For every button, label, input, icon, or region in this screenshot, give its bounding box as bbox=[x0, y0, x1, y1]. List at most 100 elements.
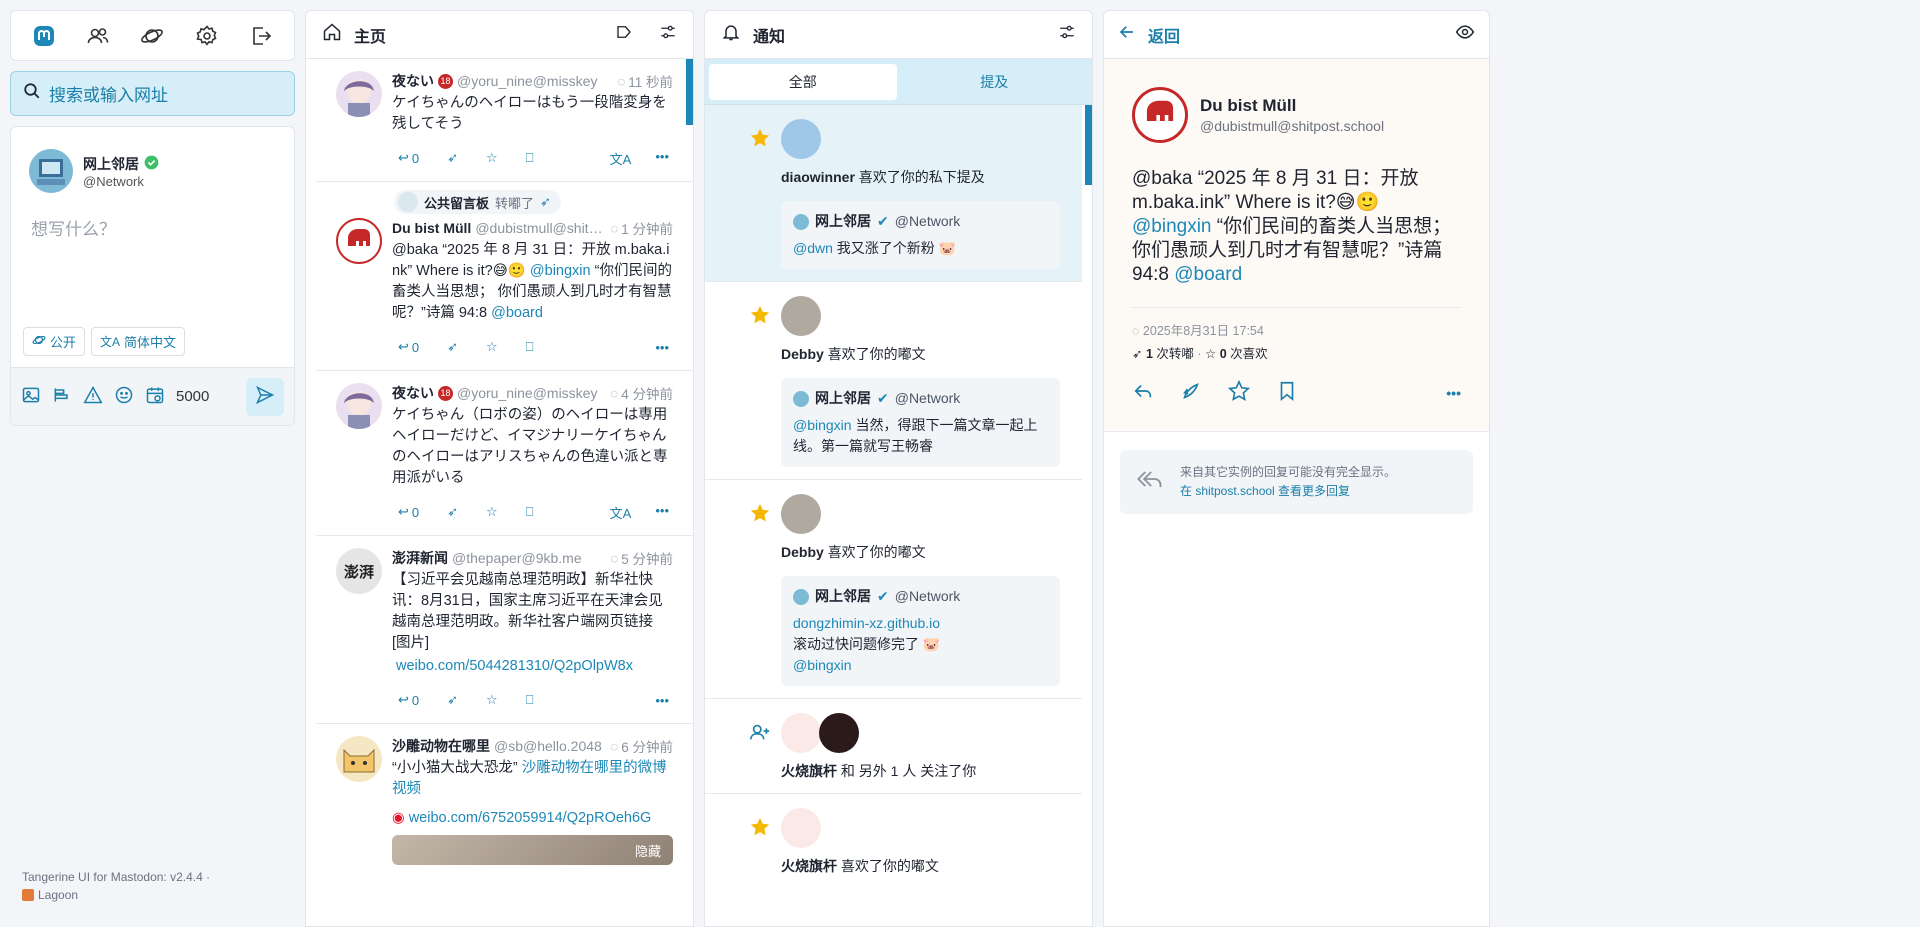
gear-icon[interactable] bbox=[190, 19, 224, 53]
compose-textarea[interactable]: 想写什么？ bbox=[11, 193, 294, 262]
mention-link[interactable]: @dwn bbox=[793, 240, 833, 256]
avatar[interactable] bbox=[336, 218, 382, 264]
search-bar[interactable]: 搜索或输入网址 bbox=[10, 71, 295, 116]
mention-link[interactable]: @bingxin bbox=[1132, 216, 1212, 237]
avatar[interactable] bbox=[793, 390, 809, 407]
avatar[interactable] bbox=[781, 808, 821, 848]
avatar[interactable] bbox=[793, 213, 809, 230]
tab-mentions[interactable]: 提及 bbox=[901, 64, 1089, 100]
planet-icon[interactable] bbox=[135, 19, 169, 53]
boost-icon[interactable]: ➶ bbox=[447, 692, 458, 708]
avatar[interactable] bbox=[781, 713, 821, 753]
status-display-name[interactable]: 澎湃新闻 bbox=[392, 548, 448, 568]
scrollbar[interactable] bbox=[1085, 105, 1092, 185]
visibility-button[interactable]: 公开 bbox=[23, 327, 86, 356]
settings-sliders-icon[interactable] bbox=[1058, 23, 1076, 46]
booster-name[interactable]: 公共留言板 bbox=[424, 193, 489, 212]
avatar[interactable] bbox=[793, 588, 809, 605]
reply-button[interactable]: ↩ 0 bbox=[398, 692, 419, 708]
notification-user[interactable]: Debby bbox=[781, 544, 824, 560]
bookmark-icon[interactable] bbox=[1276, 380, 1298, 405]
status[interactable]: 澎湃 澎湃新闻 @thepaper@9kb.me ◌ 5 分钟前 【习近平会见越南总理… bbox=[316, 536, 693, 724]
reply-button[interactable]: ↩ 0 bbox=[398, 150, 419, 166]
status-acct[interactable]: @sb@hello.2048 bbox=[494, 738, 606, 754]
status-display-name[interactable]: 夜ない bbox=[392, 71, 434, 91]
status-time[interactable]: 11 秒前 bbox=[628, 71, 673, 91]
favourite-icon[interactable] bbox=[1227, 379, 1251, 405]
quoted-status[interactable]: 网上邻居 ✔ @Network dongzhimin-xz.github.io 滚动… bbox=[781, 576, 1060, 686]
mention-link[interactable]: @board bbox=[1174, 264, 1242, 285]
avatar[interactable] bbox=[781, 494, 821, 534]
mention-link[interactable]: @board bbox=[491, 305, 543, 321]
more-icon[interactable]: ••• bbox=[1446, 385, 1461, 401]
avatar[interactable] bbox=[29, 149, 73, 193]
boost-icon[interactable]: ➶ bbox=[447, 504, 458, 520]
boost-icon[interactable]: ➶ bbox=[447, 339, 458, 355]
avatar[interactable] bbox=[336, 383, 382, 429]
avatar[interactable] bbox=[336, 736, 382, 782]
back-arrow-icon[interactable] bbox=[1118, 23, 1136, 46]
tab-all[interactable]: 全部 bbox=[709, 63, 897, 100]
notification-item[interactable]: diaowinner 喜欢了你的私下提及 网上邻居 ✔ @Network @dwn … bbox=[705, 105, 1082, 282]
status-acct[interactable]: @thepaper@9kb.me bbox=[452, 550, 606, 566]
notification-user[interactable]: 火烧旗杆 bbox=[781, 858, 837, 874]
notification-item[interactable]: Debby 喜欢了你的嘟文 网上邻居 ✔ @Network dongzhimin-x… bbox=[705, 480, 1082, 699]
quoted-status[interactable]: 网上邻居 ✔ @Network @dwn 我又涨了个新粉 🐷 bbox=[781, 201, 1060, 269]
status-link[interactable]: dongzhimin-xz.github.io bbox=[793, 613, 1048, 634]
avatar[interactable] bbox=[781, 119, 821, 159]
reply-button[interactable]: ↩ 0 bbox=[398, 504, 419, 520]
eye-icon[interactable] bbox=[1455, 22, 1475, 47]
status-time[interactable]: 5 分钟前 bbox=[621, 548, 673, 568]
favourite-icon[interactable]: ☆ bbox=[486, 150, 498, 166]
status-time[interactable]: 1 分钟前 bbox=[621, 218, 673, 238]
theme-link[interactable]: Lagoon bbox=[38, 886, 78, 904]
translate-icon[interactable]: 文A bbox=[610, 149, 632, 168]
status-acct[interactable]: @yoru_nine@misskey bbox=[457, 385, 606, 401]
notification-item[interactable]: 火烧旗杆 喜欢了你的嘟文 bbox=[705, 794, 1082, 888]
people-icon[interactable] bbox=[81, 19, 115, 53]
announcements-icon[interactable] bbox=[615, 23, 633, 46]
notification-user[interactable]: diaowinner bbox=[781, 169, 855, 185]
more-replies-link[interactable]: 在 shitpost.school 查看更多回复 bbox=[1180, 484, 1350, 498]
mention-link[interactable]: @bingxin bbox=[530, 263, 591, 279]
boost-icon[interactable]: ➶ bbox=[447, 150, 458, 166]
home-timeline[interactable]: 夜ない 18 @yoru_nine@misskey ◌ 11 秒前 ケイちゃんのヘイロー… bbox=[306, 59, 693, 926]
warning-icon[interactable] bbox=[83, 385, 103, 408]
more-icon[interactable]: ••• bbox=[655, 693, 669, 708]
quoted-status[interactable]: 网上邻居 ✔ @Network @bingxin 当然，得跟下一篇文章一起上线。第一… bbox=[781, 378, 1060, 467]
avatar[interactable] bbox=[336, 71, 382, 117]
status[interactable]: 夜ない 18 @yoru_nine@misskey ◌ 11 秒前 ケイちゃんのヘイロー… bbox=[316, 59, 693, 182]
bookmark-icon[interactable]: ⎕ bbox=[526, 339, 534, 355]
status-account[interactable]: Du bist Müll @dubistmull@shitpost.school bbox=[1132, 87, 1461, 143]
boost-icon[interactable] bbox=[1180, 380, 1202, 405]
more-icon[interactable]: ••• bbox=[655, 149, 669, 168]
back-button[interactable]: 返回 bbox=[1148, 23, 1180, 47]
more-icon[interactable]: ••• bbox=[655, 503, 669, 522]
avatar[interactable] bbox=[398, 192, 418, 212]
mastodon-logo-icon[interactable] bbox=[27, 19, 61, 53]
favourite-icon[interactable]: ☆ bbox=[486, 339, 498, 355]
avatar[interactable] bbox=[781, 296, 821, 336]
status-acct[interactable]: @yoru_nine@misskey bbox=[457, 73, 613, 89]
status[interactable]: 公共留言板 转嘟了 ➶ Du bist Müll @dubistmull@shit… bbox=[316, 182, 693, 371]
notification-user[interactable]: 火烧旗杆 bbox=[781, 763, 837, 779]
notification-user[interactable]: Debby bbox=[781, 346, 824, 362]
poll-icon[interactable] bbox=[52, 385, 72, 408]
bookmark-icon[interactable]: ⎕ bbox=[526, 504, 534, 520]
search-input[interactable]: 搜索或输入网址 bbox=[49, 81, 168, 106]
mention-link[interactable]: @bingxin bbox=[793, 417, 852, 433]
language-button[interactable]: 文A 简体中文 bbox=[91, 327, 186, 356]
hide-media-button[interactable]: 隐藏 bbox=[635, 841, 661, 860]
favourite-count[interactable]: 0 bbox=[1220, 347, 1227, 361]
favourite-icon[interactable]: ☆ bbox=[486, 692, 498, 708]
avatar[interactable]: 澎湃 bbox=[336, 548, 382, 594]
status-time[interactable]: 6 分钟前 bbox=[621, 736, 673, 756]
status-time[interactable]: 4 分钟前 bbox=[621, 383, 673, 403]
logout-icon[interactable] bbox=[244, 19, 278, 53]
status[interactable]: 夜ない 18 @yoru_nine@misskey ◌ 4 分钟前 ケイちゃん（ロボの姿… bbox=[316, 371, 693, 536]
image-icon[interactable] bbox=[21, 385, 41, 408]
status-acct[interactable]: @dubistmull@shitpost bbox=[475, 220, 606, 236]
status-date[interactable]: 2025年8月31日 17:54 bbox=[1143, 324, 1264, 338]
status-link[interactable]: weibo.com/6752059914/Q2pROeh6G bbox=[409, 810, 652, 826]
send-button[interactable] bbox=[246, 377, 284, 416]
